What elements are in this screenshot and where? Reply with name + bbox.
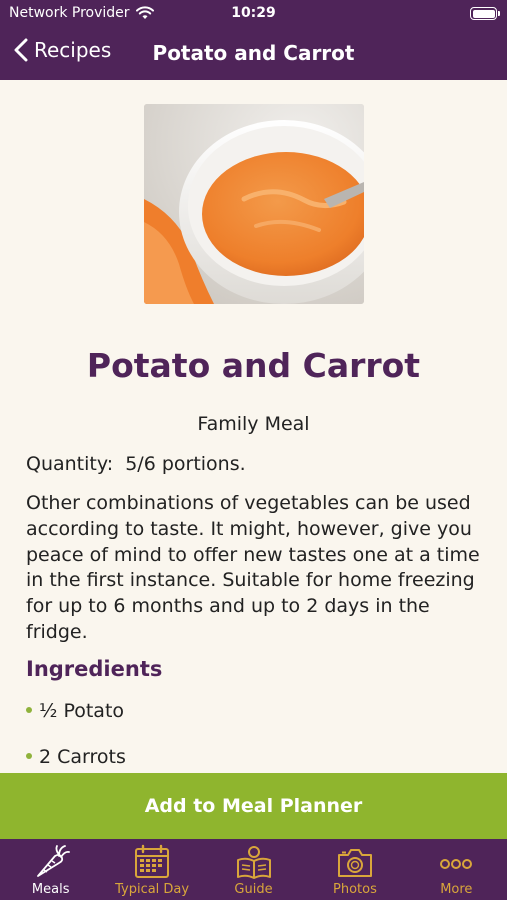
bullet-icon	[26, 707, 32, 713]
tab-more[interactable]: More	[406, 839, 507, 900]
recipe-quantity: Quantity: 5/6 portions.	[26, 453, 246, 475]
ingredients-heading: Ingredients	[26, 657, 163, 681]
bullet-icon	[26, 753, 32, 759]
more-dots-icon	[440, 859, 473, 869]
status-bar: Network Provider 10:29	[0, 0, 507, 28]
tab-label: Typical Day	[115, 882, 190, 897]
tab-label: Meals	[31, 882, 70, 897]
guide-book-icon	[236, 846, 271, 879]
tab-bar: Meals Typical Day Guide Photos More	[0, 839, 507, 900]
tab-typical-day[interactable]: Typical Day	[101, 839, 202, 900]
tab-photos[interactable]: Photos	[304, 839, 405, 900]
ingredient-item: ½ Potato	[26, 700, 126, 722]
tab-meals[interactable]: Meals	[0, 839, 101, 900]
tab-label: Photos	[332, 882, 377, 897]
recipe-description: Other combinations of vegetables can be …	[26, 492, 480, 643]
header: Network Provider 10:29 Recipes Potato an…	[0, 0, 507, 80]
puree-image	[144, 104, 364, 304]
carrot-icon	[36, 845, 70, 877]
tab-guide[interactable]: Guide	[203, 839, 304, 900]
status-time: 10:29	[231, 5, 276, 21]
ingredient-label: ½ Potato	[39, 700, 125, 722]
add-to-meal-planner-button[interactable]: Add to Meal Planner	[0, 773, 507, 839]
recipe-content[interactable]: Potato and Carrot Family Meal Quantity: …	[0, 80, 507, 773]
tab-label: More	[440, 882, 473, 897]
nav-bar: Recipes Potato and Carrot	[0, 28, 507, 80]
ingredients-list: ½ Potato 2 Carrots	[26, 700, 126, 773]
nav-title: Potato and Carrot	[152, 41, 355, 65]
recipe-category: Family Meal	[197, 413, 310, 435]
battery-icon	[470, 7, 500, 20]
recipe-title: Potato and Carrot	[86, 346, 421, 385]
recipe-photo	[144, 104, 364, 304]
tab-label: Guide	[234, 882, 273, 897]
camera-icon	[337, 849, 372, 877]
ingredient-label: 2 Carrots	[39, 746, 126, 768]
calendar-icon	[135, 844, 170, 878]
ingredient-item: 2 Carrots	[26, 746, 126, 768]
